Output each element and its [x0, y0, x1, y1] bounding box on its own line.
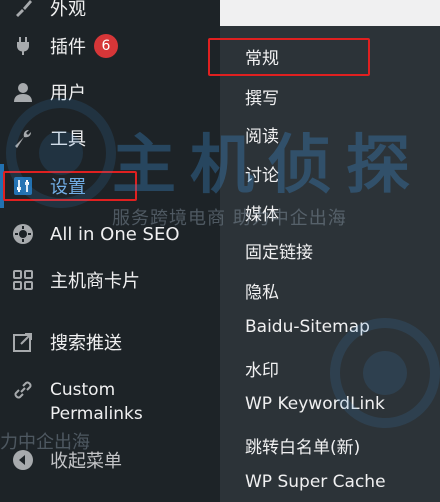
general-highlight-box: [208, 38, 370, 76]
sidebar-item-label: 工具: [50, 129, 86, 150]
sidebar-item-host-cards[interactable]: 主机商卡片: [0, 260, 220, 300]
wrench-icon: [10, 125, 36, 151]
sidebar-item-label: 用户: [50, 83, 86, 104]
custom-permalinks-label: Custom Permalinks: [50, 380, 143, 424]
gear-icon: [10, 221, 36, 247]
submenu-item-watermark[interactable]: 水印: [245, 356, 279, 381]
watermark-title: 主机侦探: [112, 129, 424, 203]
submenu-item-wp-super-cache[interactable]: WP Super Cache: [245, 472, 386, 492]
sidebar-item-appearance[interactable]: 外观: [0, 0, 220, 28]
watermark-slogan: 服务跨境电商 助力中企出海: [112, 208, 347, 229]
watermark-slogan-bottom: 力中企出海: [0, 432, 90, 453]
submenu-item-wp-keywordlink[interactable]: WP KeywordLink: [245, 394, 385, 414]
sidebar-item-label: 主机商卡片: [50, 271, 140, 292]
sidebar-item-users[interactable]: 用户: [0, 72, 220, 112]
sidebar-item-label: 搜索推送: [50, 333, 122, 354]
grid-icon: [10, 267, 36, 293]
sidebar-item-label: 插件: [50, 37, 86, 58]
settings-submenu: 常规 撰写 阅读 讨论 媒体 固定链接 隐私 Baidu-Sitemap 水印 …: [220, 26, 440, 502]
submenu-item-redirect-whitelist[interactable]: 跳转白名单(新): [245, 433, 360, 458]
plugin-icon: [10, 33, 36, 59]
submenu-item-writing[interactable]: 撰写: [245, 84, 279, 109]
link-icon: [10, 377, 36, 403]
admin-sidebar: 外观 插件 6 用户 工具 设置 All in One SEO 主机商卡片 搜索…: [0, 0, 220, 502]
submenu-item-privacy[interactable]: 隐私: [245, 278, 279, 303]
external-box-icon: [10, 329, 36, 355]
paintbrush-icon: [10, 0, 36, 21]
content-area: [220, 0, 440, 26]
update-count-badge: 6: [94, 34, 118, 58]
submenu-item-permalinks[interactable]: 固定链接: [245, 238, 313, 263]
sidebar-item-plugins[interactable]: 插件 6: [0, 26, 220, 66]
sidebar-item-search-push[interactable]: 搜索推送: [0, 322, 220, 362]
user-icon: [10, 79, 36, 105]
submenu-item-baidu-sitemap[interactable]: Baidu-Sitemap: [245, 317, 370, 337]
sidebar-item-label: 外观: [50, 0, 86, 20]
